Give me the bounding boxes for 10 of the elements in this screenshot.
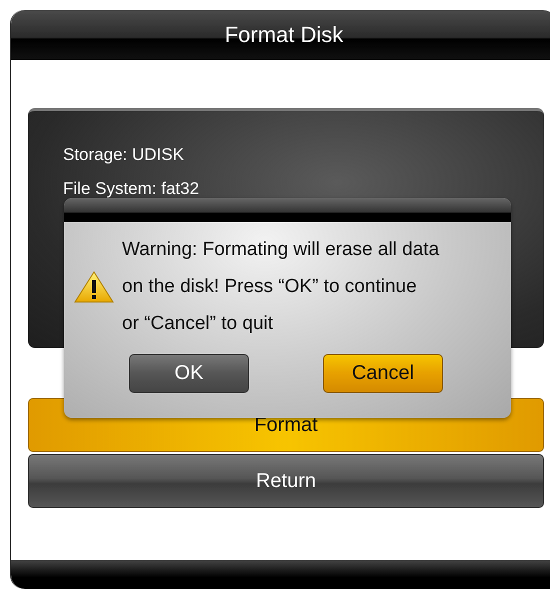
message-line: or “Cancel” to quit bbox=[122, 312, 274, 336]
info-text: File System: fat32 bbox=[63, 179, 200, 199]
info-text: Storage: UDISK bbox=[63, 145, 185, 165]
window-title: Format Disk bbox=[11, 10, 550, 60]
dialog-button[interactable]: OK bbox=[129, 354, 249, 393]
message-line: Warning: Formating will erase all data bbox=[122, 238, 440, 262]
message-line: on the disk! Press “OK” to continue bbox=[122, 275, 418, 299]
dialog-button[interactable]: Cancel bbox=[323, 354, 443, 393]
menu-button[interactable]: Return bbox=[28, 454, 544, 508]
warning-icon bbox=[74, 270, 114, 302]
